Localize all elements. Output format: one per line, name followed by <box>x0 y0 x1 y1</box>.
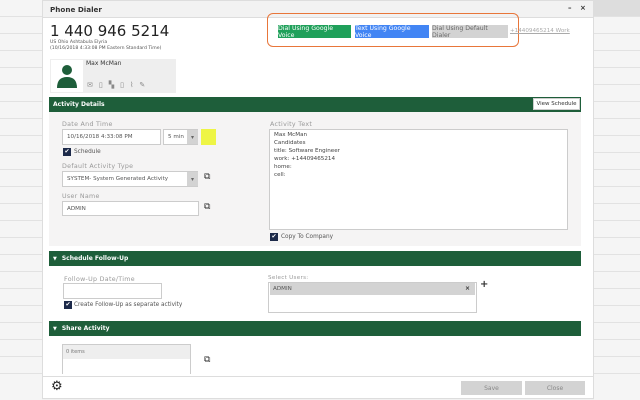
user-name-label: User Name <box>62 193 100 200</box>
minimize-button[interactable]: – <box>568 4 572 12</box>
share-activity-title: Share Activity <box>61 325 110 332</box>
contact-card: Max McMan ✉ ▯ ▚ ▯ ⌇ ✎ <box>50 59 176 93</box>
chevron-down-icon[interactable]: ▾ <box>187 130 198 144</box>
follow-up-date-label: Follow-Up Date/Time <box>64 276 135 283</box>
date-time-input[interactable]: 10/16/2018 4:33:08 PM <box>62 129 161 145</box>
activity-type-select[interactable]: SYSTEM- System Generated Activity <box>62 171 198 187</box>
separate-activity-label: Create Follow-Up as separate activity <box>74 302 183 308</box>
follow-up-title: Schedule Follow-Up <box>61 255 129 262</box>
activity-details-title: Activity Details <box>53 101 105 108</box>
add-user-icon[interactable]: + <box>480 279 488 290</box>
mail-icon[interactable]: ✉ <box>87 81 93 89</box>
location: US Ohio Ashtabula Elyria <box>50 40 108 45</box>
remove-user-icon[interactable]: × <box>465 285 470 292</box>
select-users-label: Select Users: <box>268 275 309 281</box>
contact-name: Max McMan <box>86 60 122 67</box>
activity-type-value: SYSTEM- System Generated Activity <box>67 176 169 182</box>
selected-user-name: ADMIN <box>273 286 292 292</box>
save-button[interactable]: Save <box>461 381 522 395</box>
close-dialog-button[interactable]: Close <box>525 381 585 395</box>
view-schedule-button[interactable]: View Schedule <box>533 98 580 110</box>
chat-icon[interactable]: ▚ <box>109 81 114 89</box>
popout-icon[interactable]: ⧉ <box>204 202 210 212</box>
avatar <box>51 60 83 92</box>
schedule-checkbox[interactable]: ✔ <box>63 148 71 156</box>
chevron-down-icon[interactable]: ▾ <box>187 172 198 186</box>
local-time: (10/16/2018 4:33:08 PM Eastern Standard … <box>50 46 162 51</box>
activity-text-label: Activity Text <box>270 121 313 128</box>
popout-icon[interactable]: ⧉ <box>204 355 210 365</box>
document-icon[interactable]: ▯ <box>120 81 124 89</box>
activity-details-header: Activity Details <box>49 97 581 112</box>
background-page-right <box>594 0 640 400</box>
dialog-title: Phone Dialer <box>50 5 102 14</box>
popout-icon[interactable]: ⧉ <box>204 172 210 182</box>
footer-divider <box>43 376 593 377</box>
copy-to-company-checkbox[interactable]: ✔ <box>270 233 278 241</box>
collapse-arrow-icon: ▼ <box>53 255 57 262</box>
note-icon[interactable]: ▯ <box>99 81 103 89</box>
dial-default-dialer-button[interactable]: Dial Using Default Dialer <box>432 25 508 39</box>
follow-up-date-input[interactable] <box>63 283 162 299</box>
share-list[interactable]: 0 items <box>62 344 191 374</box>
selected-user-chip: ADMIN <box>270 283 475 295</box>
gear-icon[interactable]: ⚙ <box>51 379 63 394</box>
color-swatch[interactable] <box>201 129 216 145</box>
dial-google-voice-button[interactable]: Dial Using Google Voice <box>278 25 351 39</box>
share-activity-header[interactable]: ▼ Share Activity <box>49 321 581 336</box>
edit-icon[interactable]: ✎ <box>139 81 145 89</box>
phone-number: 1 440 946 5214 <box>50 22 170 40</box>
copy-to-company-label: Copy To Company <box>281 234 334 240</box>
background-page-left <box>0 0 42 400</box>
work-number-link[interactable]: +14409465214 Work <box>510 28 570 34</box>
person-icon <box>57 65 77 88</box>
date-time-label: Date And Time <box>62 121 113 128</box>
separate-activity-checkbox[interactable]: ✔ <box>64 301 72 309</box>
phone-dialer-dialog: Phone Dialer – × 1 440 946 5214 US Ohio … <box>42 0 594 399</box>
schedule-follow-up-header[interactable]: ▼ Schedule Follow-Up <box>49 251 581 266</box>
schedule-label: Schedule <box>74 149 101 155</box>
user-name-input[interactable]: ADMIN <box>62 201 199 216</box>
text-google-voice-button[interactable]: Text Using Google Voice <box>355 25 429 39</box>
collapse-arrow-icon: ▼ <box>53 325 57 332</box>
activity-type-label: Default Activity Type <box>62 163 134 170</box>
activity-text-area[interactable]: Max McMan Candidates title: Software Eng… <box>269 129 568 230</box>
attachment-icon[interactable]: ⌇ <box>130 81 133 89</box>
items-count: 0 items <box>63 345 190 359</box>
duration-value: 5 min <box>168 134 184 140</box>
close-button[interactable]: × <box>580 4 586 12</box>
